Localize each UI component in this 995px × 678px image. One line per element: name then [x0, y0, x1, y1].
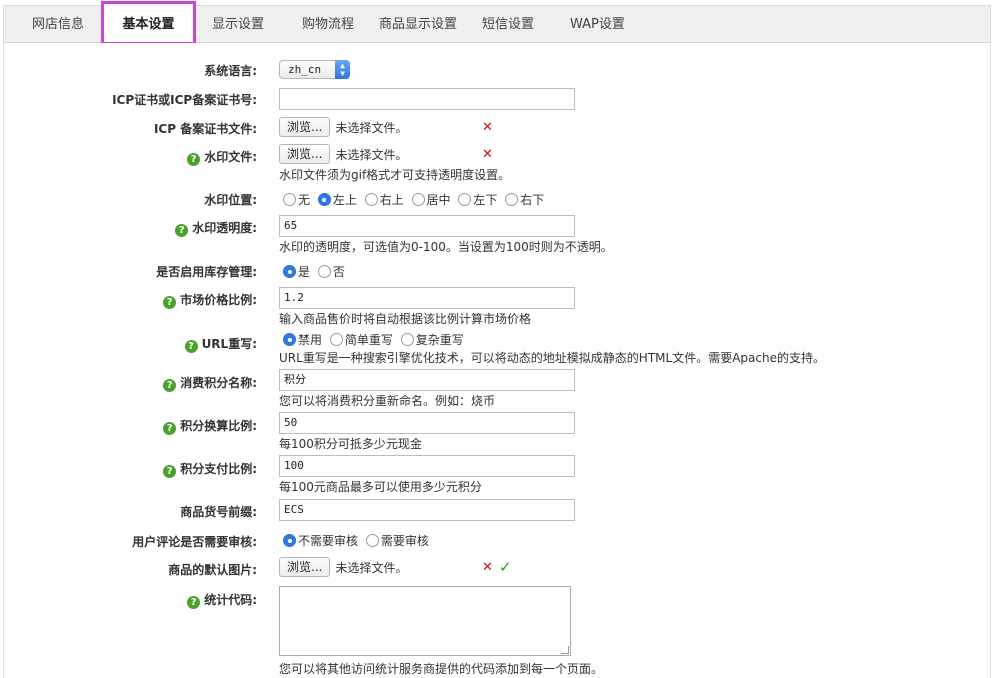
radio-url-complex[interactable]: 复杂重写: [400, 332, 464, 348]
default-image-delete-icon[interactable]: ✕: [482, 560, 493, 575]
url-rewrite-hint: URL重写是一种搜索引擎优化技术，可以将动态的地址模拟成静态的HTML文件。需要…: [279, 351, 825, 365]
icp-number-label: ICP证书或ICP备案证书号:: [112, 93, 257, 107]
tab-shop-info[interactable]: 网店信息: [32, 6, 84, 42]
select-arrows-icon: ▲ ▼: [335, 60, 350, 79]
comment-check-label: 用户评论是否需要审核:: [132, 535, 257, 549]
points-pay-label: ? 积分支付比例:: [163, 460, 257, 478]
icp-file-picker: 浏览... 未选择文件。: [279, 117, 407, 137]
watermark-alpha-label: ? 水印透明度:: [175, 219, 257, 237]
sn-prefix-input[interactable]: ECS: [279, 499, 575, 521]
points-name-label: ? 消费积分名称:: [163, 374, 257, 392]
stock-label: 是否启用库存管理:: [156, 265, 257, 279]
default-image-status: 未选择文件。: [335, 560, 408, 575]
language-value: zh_cn: [288, 63, 322, 76]
radio-wm-top-left[interactable]: 左上: [317, 192, 357, 208]
points-rate-input[interactable]: 50: [279, 412, 575, 434]
default-image-browse-button[interactable]: 浏览...: [279, 557, 331, 577]
points-name-hint: 您可以将消费积分重新命名。例如：烧币: [279, 394, 496, 408]
help-icon[interactable]: ?: [187, 153, 201, 166]
help-icon[interactable]: ?: [163, 296, 177, 309]
points-pay-hint: 每100元商品最多可以使用多少元积分: [279, 480, 482, 494]
watermark-file-status: 未选择文件。: [335, 147, 408, 162]
stock-group: 是 否: [283, 264, 349, 280]
radio-comment-check[interactable]: 需要审核: [365, 533, 429, 549]
sn-prefix-label: 商品货号前缀:: [180, 505, 257, 519]
icp-file-browse-button[interactable]: 浏览...: [279, 117, 331, 137]
language-select[interactable]: zh_cn ▲ ▼: [279, 60, 350, 79]
stats-code-textarea[interactable]: [279, 586, 571, 656]
market-ratio-hint: 输入商品售价时将自动根据该比例计算市场价格: [279, 312, 532, 326]
default-image-label: 商品的默认图片:: [168, 563, 257, 577]
radio-wm-none[interactable]: 无: [283, 192, 310, 208]
radio-comment-no-check[interactable]: 不需要审核: [283, 533, 358, 549]
default-image-picker: 浏览... 未选择文件。: [279, 557, 407, 577]
points-name-input[interactable]: 积分: [279, 369, 575, 391]
tab-bar: 网店信息 基本设置 显示设置 购物流程 商品显示设置 短信设置 WAP设置: [3, 1, 991, 45]
watermark-file-hint: 水印文件须为gif格式才可支持透明度设置。: [279, 168, 511, 182]
url-rewrite-label: ? URL重写:: [184, 335, 257, 353]
resize-grip-icon[interactable]: [561, 646, 569, 654]
icp-file-delete-icon[interactable]: ✕: [482, 120, 493, 135]
help-icon[interactable]: ?: [175, 224, 189, 237]
stats-code-hint: 您可以将其他访问统计服务商提供的代码添加到每一个页面。: [279, 662, 604, 676]
icp-file-status: 未选择文件。: [335, 120, 408, 135]
market-ratio-label: ? 市场价格比例:: [163, 291, 257, 309]
market-ratio-input[interactable]: 1.2: [279, 287, 575, 309]
help-icon[interactable]: ?: [187, 596, 201, 609]
radio-wm-center[interactable]: 居中: [411, 192, 451, 208]
watermark-alpha-input[interactable]: 65: [279, 215, 575, 237]
watermark-file-picker: 浏览... 未选择文件。: [279, 144, 407, 164]
watermark-file-label: ? 水印文件:: [187, 148, 257, 166]
tab-wap-settings[interactable]: WAP设置: [570, 6, 625, 42]
radio-url-simple[interactable]: 简单重写: [329, 332, 393, 348]
watermark-position-group: 无 左上 右上 居中 左下 右下: [283, 192, 548, 208]
watermark-alpha-hint: 水印的透明度，可选值为0-100。当设置为100时则为不透明。: [279, 240, 613, 254]
tab-display-settings[interactable]: 显示设置: [212, 6, 264, 42]
help-icon[interactable]: ?: [184, 340, 198, 353]
comment-check-group: 不需要审核 需要审核: [283, 533, 433, 549]
tab-basic-settings[interactable]: 基本设置: [101, 1, 196, 45]
help-icon[interactable]: ?: [163, 422, 177, 435]
radio-wm-bottom-left[interactable]: 左下: [458, 192, 497, 208]
radio-stock-no[interactable]: 否: [317, 264, 345, 280]
tab-sms-settings[interactable]: 短信设置: [482, 6, 534, 42]
url-rewrite-group: 禁用 简单重写 复杂重写: [283, 332, 468, 348]
radio-url-disabled[interactable]: 禁用: [283, 332, 322, 348]
settings-form: 系统语言: zh_cn ▲ ▼ ICP证书或ICP备案证书号: ICP 备案证书文…: [3, 43, 991, 678]
icp-number-input[interactable]: [279, 88, 575, 110]
radio-wm-top-right[interactable]: 右上: [364, 192, 404, 208]
radio-wm-bottom-right[interactable]: 右下: [505, 192, 544, 208]
help-icon[interactable]: ?: [163, 465, 177, 478]
radio-stock-yes[interactable]: 是: [283, 264, 310, 280]
icp-file-label: ICP 备案证书文件:: [153, 122, 257, 136]
language-label: 系统语言:: [204, 64, 257, 78]
points-pay-input[interactable]: 100: [279, 455, 575, 477]
help-icon[interactable]: ?: [163, 379, 177, 392]
stats-code-label: ? 统计代码:: [187, 591, 257, 609]
points-rate-label: ? 积分换算比例:: [163, 417, 257, 435]
tab-shopping-flow[interactable]: 购物流程: [302, 6, 354, 42]
default-image-ok-icon: ✓: [499, 558, 512, 576]
watermark-file-delete-icon[interactable]: ✕: [482, 147, 493, 162]
watermark-position-label: 水印位置:: [204, 193, 257, 207]
watermark-file-browse-button[interactable]: 浏览...: [279, 144, 331, 164]
tab-goods-display[interactable]: 商品显示设置: [379, 6, 457, 42]
points-rate-hint: 每100积分可抵多少元现金: [279, 437, 422, 451]
